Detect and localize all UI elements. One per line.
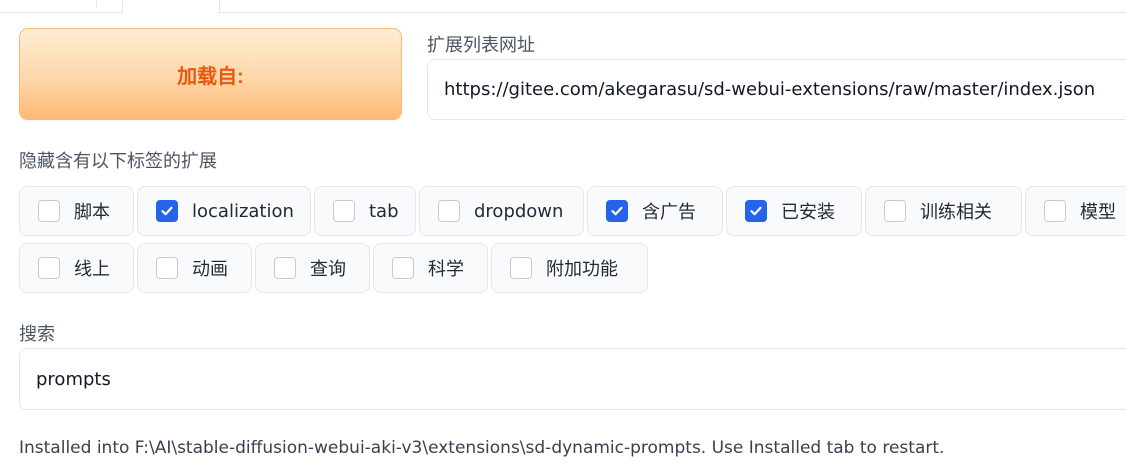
tag-checkbox-animation[interactable]: 动画 — [137, 243, 252, 293]
tag-label: 线上 — [74, 259, 110, 280]
checkbox-box[interactable] — [510, 257, 532, 279]
hide-tags-label: 隐藏含有以下标签的扩展 — [19, 151, 217, 172]
tag-checkbox-localization[interactable]: localization — [137, 186, 311, 236]
tag-checkbox-query[interactable]: 查询 — [255, 243, 370, 293]
tag-label: 含广告 — [642, 202, 696, 223]
checkbox-box[interactable] — [38, 257, 60, 279]
load-from-button[interactable]: 加载自: — [19, 28, 402, 120]
tab-strip — [0, 0, 1126, 14]
tag-checkbox-dropdown[interactable]: dropdown — [419, 186, 584, 236]
tag-checkbox-online[interactable]: 线上 — [19, 243, 134, 293]
tag-checkbox-training[interactable]: 训练相关 — [865, 186, 1022, 236]
tag-label: tab — [369, 200, 399, 222]
checkbox-box[interactable] — [333, 200, 355, 222]
tag-label: 动画 — [192, 259, 228, 280]
tag-label: 查询 — [310, 259, 346, 280]
check-icon — [611, 206, 623, 216]
checkbox-box[interactable] — [392, 257, 414, 279]
tag-label: 模型 — [1080, 202, 1116, 223]
tag-label: 已安装 — [781, 202, 835, 223]
check-icon — [161, 206, 173, 216]
extension-list-url-input[interactable] — [427, 59, 1126, 120]
tag-checkbox-tab[interactable]: tab — [314, 186, 416, 236]
checkbox-box-checked[interactable] — [156, 200, 178, 222]
tag-checkbox-science[interactable]: 科学 — [373, 243, 488, 293]
tag-label: 科学 — [428, 259, 464, 280]
checkbox-box[interactable] — [1044, 200, 1066, 222]
tag-label: 训练相关 — [920, 202, 992, 223]
tag-checkbox-extras[interactable]: 附加功能 — [491, 243, 648, 293]
tag-checkbox-ads[interactable]: 含广告 — [587, 186, 723, 236]
search-label: 搜索 — [19, 324, 55, 345]
search-input[interactable] — [19, 348, 1126, 410]
tab-divider — [96, 0, 97, 8]
tab-available[interactable] — [122, 0, 220, 14]
status-message: Installed into F:\AI\stable-diffusion-we… — [19, 438, 945, 458]
extension-list-url-label: 扩展列表网址 — [427, 35, 535, 56]
tag-label: localization — [192, 200, 294, 222]
tag-label: 脚本 — [74, 202, 110, 223]
tag-checkbox-models[interactable]: 模型 — [1025, 186, 1126, 236]
checkbox-box-checked[interactable] — [745, 200, 767, 222]
checkbox-box[interactable] — [38, 200, 60, 222]
checkbox-box-checked[interactable] — [606, 200, 628, 222]
checkbox-box[interactable] — [884, 200, 906, 222]
checkbox-box[interactable] — [274, 257, 296, 279]
tag-checkbox-installed[interactable]: 已安装 — [726, 186, 862, 236]
checkbox-box[interactable] — [438, 200, 460, 222]
tag-label: 附加功能 — [546, 259, 618, 280]
tag-checkbox-script[interactable]: 脚本 — [19, 186, 134, 236]
checkbox-box[interactable] — [156, 257, 178, 279]
tag-label: dropdown — [474, 200, 564, 222]
check-icon — [750, 206, 762, 216]
